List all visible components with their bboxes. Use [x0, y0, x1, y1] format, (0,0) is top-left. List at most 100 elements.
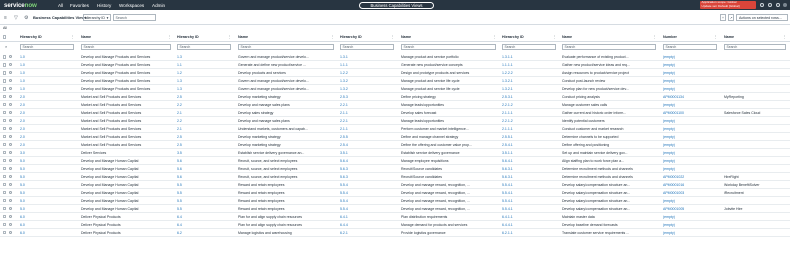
row-checkbox[interactable]	[2, 198, 7, 203]
table-cell[interactable]: 5.5	[177, 191, 230, 195]
notifications-icon[interactable]	[776, 3, 780, 7]
table-cell[interactable]: (empty)	[663, 55, 716, 59]
avatar[interactable]	[783, 3, 787, 7]
table-row[interactable]: 5.0 Develop and Manage Human Capital 5.5 Re…	[0, 197, 790, 205]
table-row[interactable]: 2.0 Market and Sell Products and Services…	[0, 141, 790, 149]
table-cell[interactable]: 5.6.3.1	[502, 175, 555, 179]
table-cell[interactable]: 1.3	[177, 87, 230, 91]
table-cell[interactable]: 6.4.1	[340, 215, 393, 219]
table-cell[interactable]: 1.2.2	[340, 71, 393, 75]
servicenow-logo[interactable]: servicenow	[4, 2, 37, 9]
table-cell[interactable]: 2.0	[20, 127, 73, 131]
table-cell[interactable]: 3.5.1	[340, 151, 393, 155]
row-preview-icon[interactable]	[9, 62, 13, 67]
table-cell[interactable]: 6.0	[20, 223, 73, 227]
table-cell[interactable]: 2.0	[20, 95, 73, 99]
column-header-5[interactable]: Hierarchy ID	[340, 35, 390, 39]
list-search-input[interactable]: Search	[113, 14, 156, 21]
table-cell[interactable]: 2.2	[177, 119, 230, 123]
table-cell[interactable]: 5.5.4.1	[502, 207, 555, 211]
table-cell[interactable]: 6.2.1.1	[502, 231, 555, 235]
table-cell[interactable]: APM0001003	[663, 191, 716, 195]
row-preview-icon[interactable]	[9, 214, 13, 218]
table-cell[interactable]: 2.5.4	[340, 143, 393, 147]
table-cell[interactable]: (empty)	[663, 63, 716, 67]
export-icon[interactable]: ↗	[728, 14, 734, 21]
nav-history[interactable]: History	[97, 3, 111, 8]
table-cell[interactable]: 5.0	[20, 175, 73, 179]
table-row[interactable]: 5.0 Develop and Manage Human Capital 5.6 Re…	[0, 165, 790, 173]
search-field-select[interactable]: Hierarchy ID ▼	[83, 14, 111, 21]
table-cell[interactable]: (empty)	[663, 151, 716, 155]
column-menu-icon[interactable]: ⋮	[783, 35, 786, 39]
settings-gear-icon[interactable]: ⚙	[24, 15, 28, 21]
table-cell[interactable]: 2.0	[20, 103, 73, 107]
table-cell[interactable]: 3.0	[20, 151, 73, 155]
table-cell[interactable]: (empty)	[663, 71, 716, 75]
column-search-input-5[interactable]: Search	[340, 43, 394, 51]
column-menu-icon[interactable]: ⋮	[331, 35, 334, 39]
row-checkbox[interactable]	[2, 110, 7, 115]
table-cell[interactable]: 2.1.1	[340, 127, 393, 131]
table-cell[interactable]: APM0001100	[663, 111, 716, 115]
table-cell[interactable]: 5.0	[20, 159, 73, 163]
table-cell[interactable]: 5.5.4	[340, 207, 393, 211]
row-preview-icon[interactable]	[9, 78, 13, 83]
column-search-input-4[interactable]: Search	[238, 43, 334, 51]
column-menu-icon[interactable]: ⋮	[553, 35, 556, 39]
row-preview-icon[interactable]	[9, 55, 13, 59]
table-cell[interactable]: 1.3.2	[340, 79, 393, 83]
table-cell[interactable]: 2.1	[177, 111, 230, 115]
table-cell[interactable]: 2.5.5.1	[502, 135, 555, 139]
table-cell[interactable]: (empty)	[663, 103, 716, 107]
row-preview-icon[interactable]	[9, 102, 13, 107]
table-cell[interactable]: 1.3.2	[340, 87, 393, 91]
column-header-4[interactable]: Name	[238, 35, 330, 39]
table-cell[interactable]: 6.4.4.1	[502, 223, 555, 227]
table-cell[interactable]: (empty)	[663, 159, 716, 163]
table-cell[interactable]: 2.0	[20, 119, 73, 123]
table-cell[interactable]: 5.5.4	[340, 199, 393, 203]
table-cell[interactable]: 5.6.4.1	[502, 159, 555, 163]
table-row[interactable]: 6.0 Deliver Physical Products 6.4 Plan for …	[0, 213, 790, 221]
table-row[interactable]: 2.0 Market and Sell Products and Services…	[0, 93, 790, 101]
column-search-input-1[interactable]: Search	[20, 43, 74, 51]
row-preview-icon[interactable]	[9, 166, 13, 171]
table-cell[interactable]: 2.1.1.1	[502, 111, 555, 115]
table-row[interactable]: 5.0 Develop and Manage Human Capital 5.6 Re…	[0, 173, 790, 181]
column-header-10[interactable]: Name	[724, 35, 782, 39]
table-row[interactable]: 2.0 Market and Sell Products and Services…	[0, 101, 790, 109]
table-cell[interactable]: 1.2.2.2	[502, 71, 555, 75]
table-cell[interactable]: 6.4	[177, 215, 230, 219]
row-preview-icon[interactable]	[9, 206, 13, 210]
row-checkbox[interactable]	[2, 158, 7, 163]
table-cell[interactable]: 2.5.3.1	[502, 95, 555, 99]
row-preview-icon[interactable]	[9, 70, 13, 75]
row-preview-icon[interactable]	[9, 158, 13, 163]
row-preview-icon[interactable]	[9, 110, 13, 115]
table-cell[interactable]: APM0001022	[663, 175, 716, 179]
table-cell[interactable]: (empty)	[663, 119, 716, 123]
table-cell[interactable]: 5.5.4	[340, 191, 393, 195]
table-row[interactable]: 1.0 Develop and Manage Products and Servi…	[0, 77, 790, 85]
table-cell[interactable]: 3.5	[177, 151, 230, 155]
table-cell[interactable]: 5.5	[177, 183, 230, 187]
table-cell[interactable]: 2.2.1.2	[502, 103, 555, 107]
table-cell[interactable]: 5.0	[20, 167, 73, 171]
filter-icon[interactable]: ▽	[14, 15, 18, 21]
row-checkbox[interactable]	[2, 222, 7, 227]
column-menu-icon[interactable]: ⋮	[228, 35, 231, 39]
row-checkbox[interactable]	[2, 230, 7, 235]
column-search-input-3[interactable]: Search	[177, 43, 231, 51]
table-cell[interactable]: 2.2.1	[340, 103, 393, 107]
table-cell[interactable]: APM0001134	[663, 95, 716, 99]
table-cell[interactable]: 2.5	[177, 135, 230, 139]
row-preview-icon[interactable]	[9, 86, 13, 91]
table-cell[interactable]: 2.1.1.1	[502, 127, 555, 131]
column-search-input-6[interactable]: Search	[401, 43, 496, 51]
row-preview-icon[interactable]	[9, 230, 13, 234]
column-search-input-7[interactable]: Search	[502, 43, 556, 51]
row-preview-icon[interactable]	[9, 134, 13, 139]
row-preview-icon[interactable]	[9, 222, 13, 226]
table-cell[interactable]: 2.2.1	[340, 119, 393, 123]
